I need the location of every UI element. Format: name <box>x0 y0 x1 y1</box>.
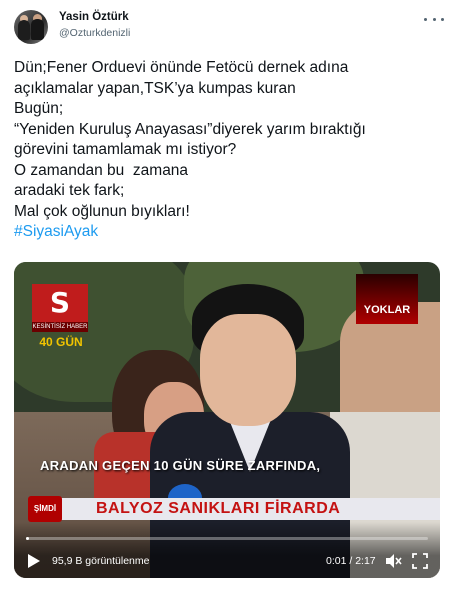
channel-badge: 40 GÜN <box>39 335 83 349</box>
video-time: 0:01 / 2:17 <box>326 555 376 567</box>
tweet-text: Dün;Fener Orduevi önünde Fetöcü dernek a… <box>14 58 454 243</box>
video-subtitle: ARADAN GEÇEN 10 GÜN SÜRE ZARFINDA, <box>40 458 321 473</box>
channel-logo-subtext: KESİNTİSİZ HABER <box>32 322 88 332</box>
video-controls <box>14 522 440 578</box>
speaker-muted-icon[interactable] <box>384 552 402 570</box>
avatar[interactable] <box>14 10 48 44</box>
author-display-name[interactable]: Yasin Öztürk <box>59 11 129 23</box>
author-handle[interactable]: @Ozturkdenizli <box>59 27 130 39</box>
tweet-body: Dün;Fener Orduevi önünde Fetöcü dernek a… <box>14 59 366 220</box>
view-count: 95,9 B görüntülenme <box>52 555 150 567</box>
fullscreen-icon[interactable] <box>412 553 428 569</box>
video-player[interactable]: S KESİNTİSİZ HABER 40 GÜN YOKLAR ARADAN … <box>14 262 440 578</box>
video-progress-bar[interactable] <box>26 537 428 540</box>
play-icon[interactable] <box>28 554 40 568</box>
tweet-header: Yasin Öztürk @Ozturkdenizli <box>14 10 454 46</box>
news-banner: BALYOZ SANIKLARI FİRARDA <box>44 498 440 520</box>
hashtag-link[interactable]: #SiyasiAyak <box>14 223 98 240</box>
corner-graphic: YOKLAR <box>356 274 418 324</box>
video-progress-fill <box>26 537 30 540</box>
channel-logo: S <box>32 284 88 322</box>
more-options-icon[interactable] <box>424 12 444 26</box>
live-tag: ŞİMDİ <box>28 496 62 522</box>
